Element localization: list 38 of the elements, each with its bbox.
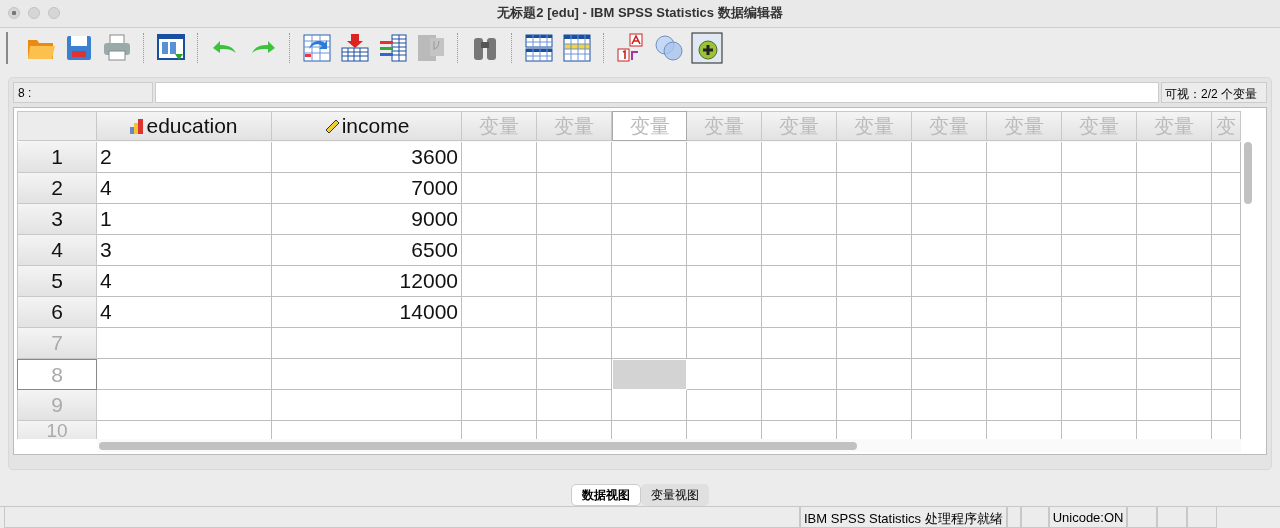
row-number[interactable]: 10	[17, 421, 97, 440]
row-number[interactable]: 8	[17, 359, 97, 391]
table-cell: 1	[97, 204, 272, 236]
row-number[interactable]: 5	[17, 266, 97, 298]
table-cell: 9000	[272, 204, 462, 236]
row-number[interactable]: 3	[17, 204, 97, 236]
window-title: 无标题2 [edu] - IBM SPSS Statistics 数据编辑器	[497, 4, 783, 23]
row-number[interactable]: 2	[17, 173, 97, 205]
table-cell: 12000	[272, 266, 462, 298]
row-number[interactable]: 7	[17, 328, 97, 360]
vertical-scrollbar[interactable]	[1244, 142, 1252, 205]
table-cell: 4	[97, 173, 272, 205]
horizontal-scrollbar[interactable]	[99, 442, 857, 451]
view-tab[interactable]: 变量视图	[641, 484, 709, 506]
column-header[interactable]: education	[97, 111, 272, 142]
cell-reference: 8 :	[13, 82, 153, 104]
table-cell: 4	[97, 266, 272, 298]
status-text: IBM SPSS Statistics 处理程序就绪	[800, 507, 1007, 528]
table-cell: 3600	[272, 142, 462, 174]
table-cell: 7000	[272, 173, 462, 205]
ruler-icon	[323, 118, 340, 135]
encoding-status: Unicode:ON	[1048, 507, 1128, 528]
row-number[interactable]: 4	[17, 235, 97, 267]
table-cell: 2	[97, 142, 272, 174]
view-tab[interactable]: 数据视图	[571, 484, 641, 506]
row-number[interactable]: 9	[17, 390, 97, 422]
visible-variables-count: 可视：2/2 个变量	[1161, 82, 1267, 104]
cell-value-field[interactable]	[155, 82, 1159, 104]
row-number[interactable]: 6	[17, 297, 97, 329]
row-number[interactable]: 1	[17, 142, 97, 174]
close-button[interactable]	[8, 7, 20, 20]
column-header[interactable]: 变量	[612, 111, 687, 142]
table-cell: 6500	[272, 235, 462, 267]
table-cell: 14000	[272, 297, 462, 329]
table-cell: 4	[97, 297, 272, 329]
table-cell: 3	[97, 235, 272, 267]
column-header[interactable]: income	[272, 111, 462, 142]
bar-chart-icon	[130, 118, 145, 135]
